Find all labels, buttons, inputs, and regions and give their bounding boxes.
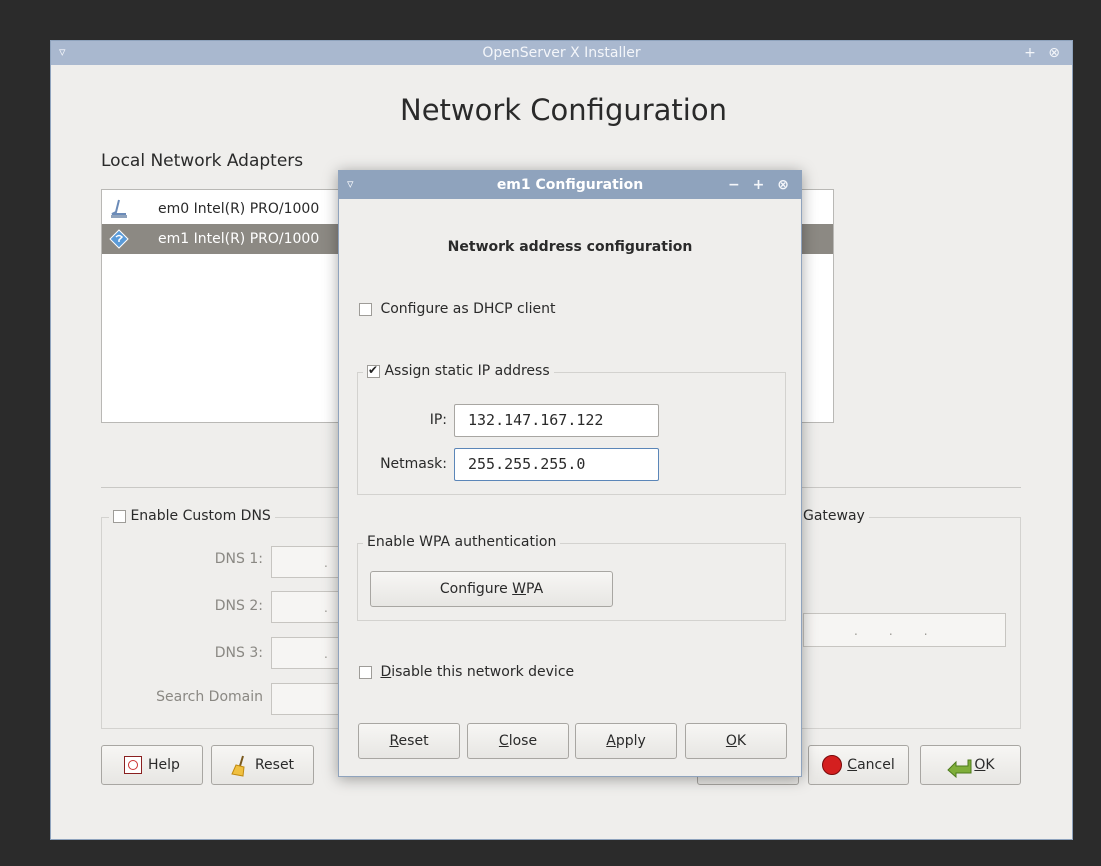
wired-network-icon [111, 199, 127, 218]
dns2-label: DNS 2: [214, 598, 263, 614]
static-ip-checkbox[interactable] [367, 363, 380, 378]
dialog-apply-button[interactable]: Apply [575, 723, 677, 759]
help-button[interactable]: Help [101, 745, 203, 785]
wpa-group-label: Enable WPA authentication [363, 534, 561, 550]
broom-icon [231, 754, 249, 777]
static-ip-option[interactable]: Assign static IP address [363, 363, 554, 379]
gateway-group-title: Gateway [799, 508, 869, 524]
disable-device-checkbox[interactable] [359, 665, 372, 679]
dns1-label: DNS 1: [214, 551, 263, 567]
enter-arrow-icon [946, 755, 972, 779]
netmask-input[interactable]: 255.255.255.0 [454, 448, 659, 481]
window-title: OpenServer X Installer [482, 45, 641, 61]
disable-device-option[interactable]: Disable this network device [359, 664, 574, 680]
reset-button-main[interactable]: Reset [211, 745, 314, 785]
ok-button-main[interactable]: OK [920, 745, 1021, 785]
dns3-label: DNS 3: [214, 645, 263, 661]
enable-dns-label: Enable Custom DNS [130, 508, 271, 524]
network-diamond-icon [109, 229, 129, 249]
em1-config-dialog: ▿ em1 Configuration − + ⊗ Network addres… [338, 170, 802, 777]
ip-label: IP: [429, 412, 447, 428]
adapters-section-label: Local Network Adapters [101, 151, 304, 171]
window-menu-icon[interactable]: ▿ [59, 41, 66, 65]
enable-dns-toggle[interactable]: Enable Custom DNS [109, 508, 275, 524]
search-domain-label: Search Domain [156, 689, 263, 705]
dialog-heading: Network address configuration [447, 239, 693, 255]
dialog-menu-icon[interactable]: ▿ [347, 171, 354, 199]
netmask-label: Netmask: [380, 456, 447, 472]
dhcp-label: Configure as DHCP client [380, 301, 556, 317]
enable-dns-checkbox[interactable] [113, 509, 126, 523]
dialog-close-button[interactable]: Close [467, 723, 569, 759]
dialog-controls[interactable]: − + ⊗ [728, 171, 793, 199]
dhcp-checkbox[interactable] [359, 302, 372, 316]
adapter-label: em1 Intel(R) PRO/1000 [158, 231, 320, 247]
cancel-button[interactable]: Cancel [808, 745, 909, 785]
adapter-label: em0 Intel(R) PRO/1000 [158, 201, 320, 217]
dhcp-option[interactable]: Configure as DHCP client [359, 301, 556, 317]
ip-input[interactable]: 132.147.167.122 [454, 404, 659, 437]
installer-titlebar[interactable]: ▿ OpenServer X Installer + ⊗ [51, 41, 1072, 65]
page-title: Network Configuration [400, 93, 727, 127]
configure-wpa-button[interactable]: Configure WPA [370, 571, 613, 607]
dialog-titlebar[interactable]: ▿ em1 Configuration − + ⊗ [339, 171, 801, 199]
dialog-title: em1 Configuration [496, 177, 644, 193]
dialog-reset-button[interactable]: Reset [358, 723, 460, 759]
disable-device-label: Disable this network device [380, 664, 575, 680]
static-ip-label: Assign static IP address [384, 363, 550, 379]
gateway-field[interactable]: . . . [803, 613, 1006, 647]
dialog-ok-button[interactable]: OK [685, 723, 787, 759]
stop-icon [822, 755, 843, 775]
help-icon [124, 756, 143, 774]
window-controls[interactable]: + ⊗ [1024, 41, 1064, 65]
